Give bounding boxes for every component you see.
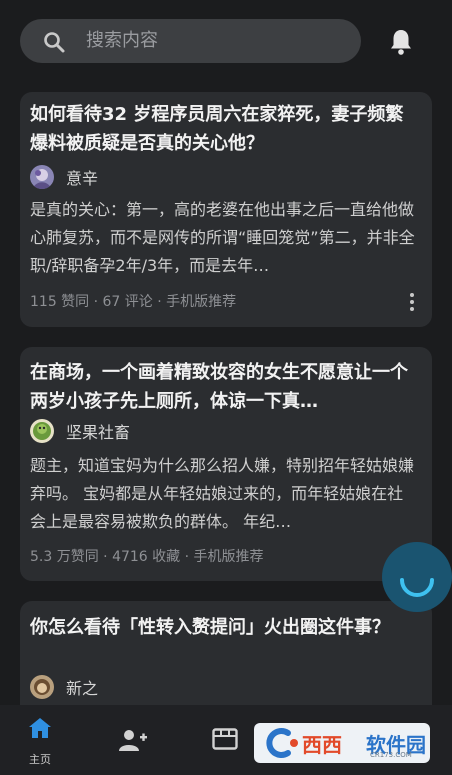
watermark-text-a: 西西	[302, 733, 342, 757]
nav-follow[interactable]	[102, 705, 162, 775]
search-box[interactable]: 搜索内容	[20, 19, 361, 63]
feed-card[interactable]: 在商场，一个画着精致妆容的女生不愿意让一个两岁小孩子先上厕所，体谅一下真… 坚果…	[20, 347, 432, 581]
nav-home-label: 主页	[29, 753, 51, 766]
bell-icon[interactable]	[388, 28, 414, 56]
add-person-icon	[119, 730, 147, 751]
watermark-url: CR173.COM	[370, 751, 412, 759]
watermark-c-icon	[266, 728, 298, 758]
nav-video[interactable]	[194, 705, 254, 775]
refresh-fab[interactable]	[382, 542, 452, 612]
card-author[interactable]: 坚果社畜	[30, 418, 130, 444]
feed-card[interactable]: 如何看待32 岁程序员周六在家猝死，妻子频繁爆料被质疑是否真的关心他？ 意辛 是…	[20, 92, 432, 327]
card-meta: 115 赞同 · 67 评论 · 手机版推荐	[30, 294, 237, 310]
loading-spinner-icon	[400, 578, 434, 597]
nav-home[interactable]: 主页	[10, 705, 70, 775]
avatar	[30, 675, 54, 699]
feed-card[interactable]: 你怎么看待「性转入赘提问」火出圈这件事？ 新之	[20, 601, 432, 721]
top-bar: 搜索内容	[0, 0, 452, 84]
film-icon	[212, 728, 238, 750]
author-name: 意辛	[66, 169, 99, 188]
search-placeholder: 搜索内容	[86, 30, 158, 51]
card-author[interactable]: 意辛	[30, 164, 98, 190]
search-icon	[44, 32, 65, 53]
author-name: 新之	[66, 679, 99, 698]
avatar	[30, 165, 54, 189]
author-name: 坚果社畜	[66, 423, 131, 442]
card-title[interactable]: 你怎么看待「性转入赘提问」火出圈这件事？	[30, 613, 418, 642]
card-title[interactable]: 如何看待32 岁程序员周六在家猝死，妻子频繁爆料被质疑是否真的关心他？	[30, 100, 418, 158]
avatar	[30, 419, 54, 443]
home-icon	[29, 718, 51, 738]
watermark-logo: 西西 软件园 CR173.COM	[254, 723, 430, 763]
card-author[interactable]: 新之	[30, 674, 98, 700]
more-options-icon[interactable]	[410, 293, 414, 314]
card-title[interactable]: 在商场，一个画着精致妆容的女生不愿意让一个两岁小孩子先上厕所，体谅一下真…	[30, 358, 418, 416]
card-meta: 5.3 万赞同 · 4716 收藏 · 手机版推荐	[30, 549, 264, 565]
card-excerpt[interactable]: 是真的关心：第一，高的老婆在他出事之后一直给他做心肺复苏，而不是网传的所谓“睡回…	[30, 196, 418, 280]
card-excerpt[interactable]: 题主，知道宝妈为什么那么招人嫌，特别招年轻姑娘嫌弃吗。 宝妈都是从年轻姑娘过来的…	[30, 452, 418, 536]
